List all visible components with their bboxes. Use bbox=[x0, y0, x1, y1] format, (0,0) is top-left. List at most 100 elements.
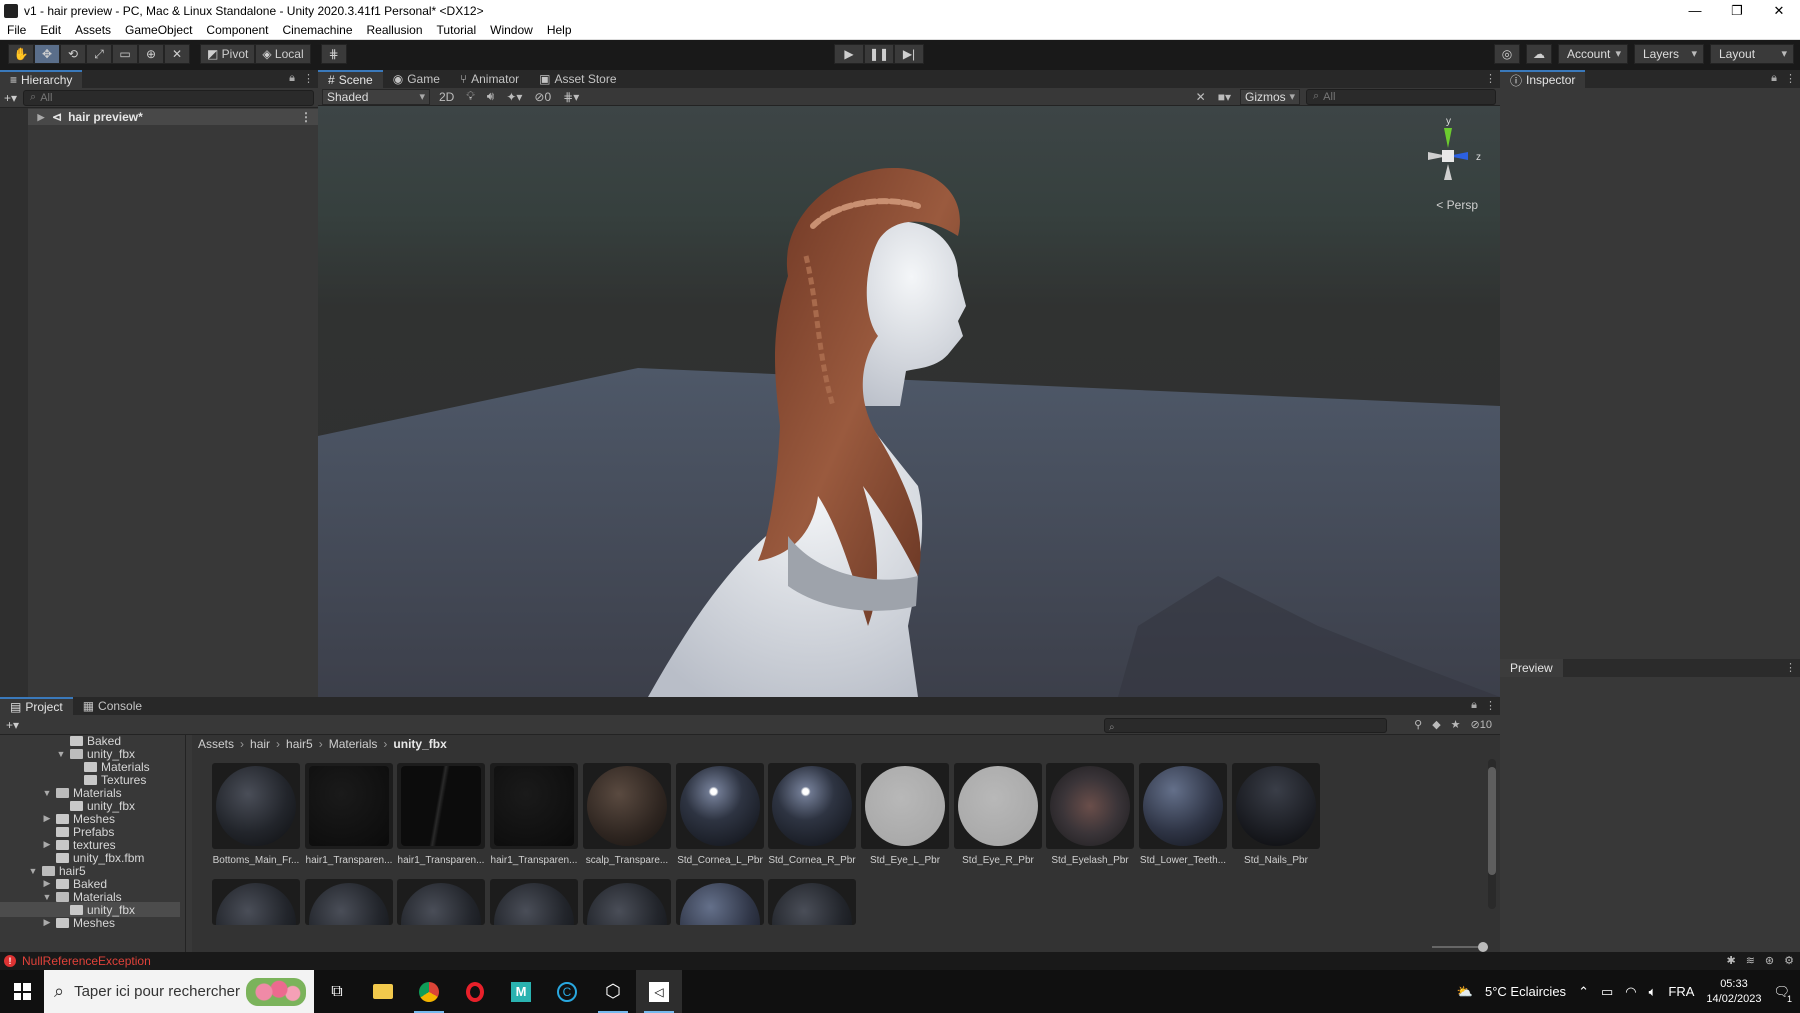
start-button[interactable] bbox=[0, 970, 44, 1013]
breadcrumb-materials[interactable]: Materials bbox=[329, 737, 378, 751]
taskbar-file-explorer[interactable] bbox=[360, 970, 406, 1013]
tab-project[interactable]: ▤ Project bbox=[0, 697, 73, 715]
account-dropdown[interactable]: Account bbox=[1558, 44, 1628, 64]
row-menu-icon[interactable]: ⋮ bbox=[300, 110, 312, 124]
filter-type-icon[interactable]: ⚲ bbox=[1414, 718, 1422, 731]
material-asset[interactable]: hair1_Transparen... bbox=[397, 763, 485, 866]
layout-dropdown[interactable]: Layout bbox=[1710, 44, 1794, 64]
grid-snap-button[interactable]: ⋕ bbox=[320, 44, 347, 64]
chevron-right-icon[interactable]: ▶ bbox=[42, 878, 52, 889]
effects-icon[interactable]: ✦▾ bbox=[503, 90, 525, 104]
bug-icon[interactable]: ✱ bbox=[1726, 954, 1735, 967]
material-asset[interactable] bbox=[676, 879, 764, 925]
scrollbar-thumb[interactable] bbox=[1488, 767, 1496, 875]
material-asset[interactable]: Bottoms_Main_Fr... bbox=[212, 763, 300, 866]
layers-dropdown[interactable]: Layers bbox=[1634, 44, 1704, 64]
hierarchy-scene-row[interactable]: ▶ ⊲ hair preview* ⋮ bbox=[28, 109, 318, 125]
hand-tool-button[interactable]: ✋ bbox=[8, 44, 34, 64]
material-asset[interactable] bbox=[490, 879, 578, 925]
rotate-tool-button[interactable]: ⟲ bbox=[60, 44, 86, 64]
thumbnail-size-slider[interactable] bbox=[1432, 942, 1488, 952]
label-icon[interactable]: ◆ bbox=[1432, 718, 1440, 731]
kebab-menu-icon[interactable]: ⋮ bbox=[303, 72, 314, 85]
chevron-right-icon[interactable]: ▶ bbox=[42, 917, 52, 928]
expand-arrow-icon[interactable]: ▶ bbox=[36, 112, 46, 123]
projection-label[interactable]: < Persp bbox=[1436, 198, 1478, 212]
breadcrumb-hair5[interactable]: hair5 bbox=[286, 737, 313, 751]
favorite-icon[interactable]: ★ bbox=[1451, 718, 1461, 731]
hidden-objects-icon[interactable]: ⊘0 bbox=[531, 90, 554, 104]
weather-icon[interactable]: ⛅ bbox=[1457, 984, 1473, 1000]
minimize-button[interactable]: — bbox=[1674, 0, 1716, 21]
cache-icon[interactable]: ≋ bbox=[1746, 954, 1755, 967]
chevron-down-icon[interactable]: ▼ bbox=[42, 788, 52, 798]
chevron-down-icon[interactable]: ▼ bbox=[56, 749, 66, 759]
material-asset[interactable] bbox=[583, 879, 671, 925]
material-asset[interactable]: hair1_Transparen... bbox=[490, 763, 578, 866]
material-asset[interactable]: Std_Cornea_L_Pbr bbox=[676, 763, 764, 866]
tab-animator[interactable]: ⑂ Animator bbox=[450, 70, 529, 88]
project-tree-item[interactable]: ▶ Meshes bbox=[42, 915, 116, 930]
menu-reallusion[interactable]: Reallusion bbox=[360, 23, 430, 37]
restore-button[interactable]: ❐ bbox=[1716, 0, 1758, 21]
settings-icon[interactable]: ⚙ bbox=[1784, 954, 1794, 967]
grid-visibility-icon[interactable]: ⋕▾ bbox=[560, 90, 582, 104]
scene-viewport[interactable]: y z < Persp bbox=[318, 106, 1500, 697]
progress-icon[interactable]: ⊛ bbox=[1765, 954, 1774, 967]
pause-button[interactable]: ❚❚ bbox=[864, 44, 894, 64]
tab-preview[interactable]: Preview bbox=[1500, 659, 1563, 677]
menu-gameobject[interactable]: GameObject bbox=[118, 23, 199, 37]
menu-edit[interactable]: Edit bbox=[33, 23, 68, 37]
scene-search-input[interactable]: ⌕ All bbox=[1306, 88, 1496, 105]
create-button[interactable]: +▾ bbox=[4, 91, 17, 105]
chevron-right-icon[interactable]: ▶ bbox=[42, 839, 52, 850]
display-icon[interactable]: ▭ bbox=[1601, 984, 1613, 1000]
lock-icon[interactable]: 🔒︎ bbox=[1471, 699, 1477, 712]
2d-toggle[interactable]: 2D bbox=[436, 90, 457, 104]
material-asset[interactable]: Std_Eye_L_Pbr bbox=[861, 763, 949, 866]
tab-inspector[interactable]: ⓘ Inspector bbox=[1500, 70, 1586, 88]
material-asset[interactable] bbox=[305, 879, 393, 925]
breadcrumb-current[interactable]: unity_fbx bbox=[393, 737, 446, 751]
audio-icon[interactable]: 🔊︎ bbox=[484, 89, 498, 104]
tab-scene[interactable]: # Scene bbox=[318, 70, 383, 88]
custom-tool-button[interactable]: ✕ bbox=[164, 44, 190, 64]
menu-file[interactable]: File bbox=[0, 23, 33, 37]
tab-hierarchy[interactable]: ≡ Hierarchy bbox=[0, 70, 83, 88]
move-tool-button[interactable]: ✥ bbox=[34, 44, 60, 64]
orientation-gizmo[interactable]: y z bbox=[1408, 114, 1488, 204]
chevron-down-icon[interactable]: ▼ bbox=[28, 866, 38, 876]
material-asset[interactable]: Std_Cornea_R_Pbr bbox=[768, 763, 856, 866]
taskbar-unity-hub[interactable]: ⬡ bbox=[590, 970, 636, 1013]
tools-icon[interactable]: ✕ bbox=[1193, 90, 1209, 104]
taskbar-unity-editor[interactable]: ◁ bbox=[636, 970, 682, 1013]
create-asset-button[interactable]: +▾ bbox=[6, 718, 19, 732]
console-error-message[interactable]: NullReferenceException bbox=[22, 954, 151, 968]
menu-assets[interactable]: Assets bbox=[68, 23, 118, 37]
volume-icon[interactable]: 🔈︎ bbox=[1649, 984, 1657, 1000]
weather-text[interactable]: 5°C Eclaircies bbox=[1485, 984, 1566, 999]
tab-game[interactable]: ◉ Game bbox=[383, 70, 450, 88]
slider-knob[interactable] bbox=[1478, 942, 1488, 952]
step-button[interactable]: ▶| bbox=[894, 44, 924, 64]
transform-tool-button[interactable]: ⊕ bbox=[138, 44, 164, 64]
kebab-menu-icon[interactable]: ⋮ bbox=[1785, 72, 1796, 85]
menu-tutorial[interactable]: Tutorial bbox=[430, 23, 484, 37]
kebab-menu-icon[interactable]: ⋮ bbox=[1485, 72, 1496, 85]
network-icon[interactable]: ◠ bbox=[1625, 984, 1636, 1000]
material-asset[interactable] bbox=[768, 879, 856, 925]
taskbar-opera[interactable] bbox=[452, 970, 498, 1013]
tab-asset-store[interactable]: ▣ Asset Store bbox=[529, 70, 626, 88]
taskbar-maya[interactable]: M bbox=[498, 970, 544, 1013]
local-toggle[interactable]: ◈ Local bbox=[255, 44, 311, 64]
material-asset[interactable]: Std_Eyelash_Pbr bbox=[1046, 763, 1134, 866]
material-asset[interactable]: Std_Eye_R_Pbr bbox=[954, 763, 1042, 866]
close-button[interactable]: ✕ bbox=[1758, 0, 1800, 21]
lock-icon[interactable]: 🔒︎ bbox=[289, 72, 295, 85]
shading-mode-dropdown[interactable]: Shaded bbox=[322, 88, 430, 105]
chevron-down-icon[interactable]: ▼ bbox=[42, 892, 52, 902]
clock[interactable]: 05:33 14/02/2023 bbox=[1706, 977, 1761, 1007]
chevron-up-icon[interactable]: ⌃ bbox=[1578, 984, 1589, 1000]
menu-component[interactable]: Component bbox=[199, 23, 275, 37]
material-asset[interactable]: Std_Lower_Teeth... bbox=[1139, 763, 1227, 866]
